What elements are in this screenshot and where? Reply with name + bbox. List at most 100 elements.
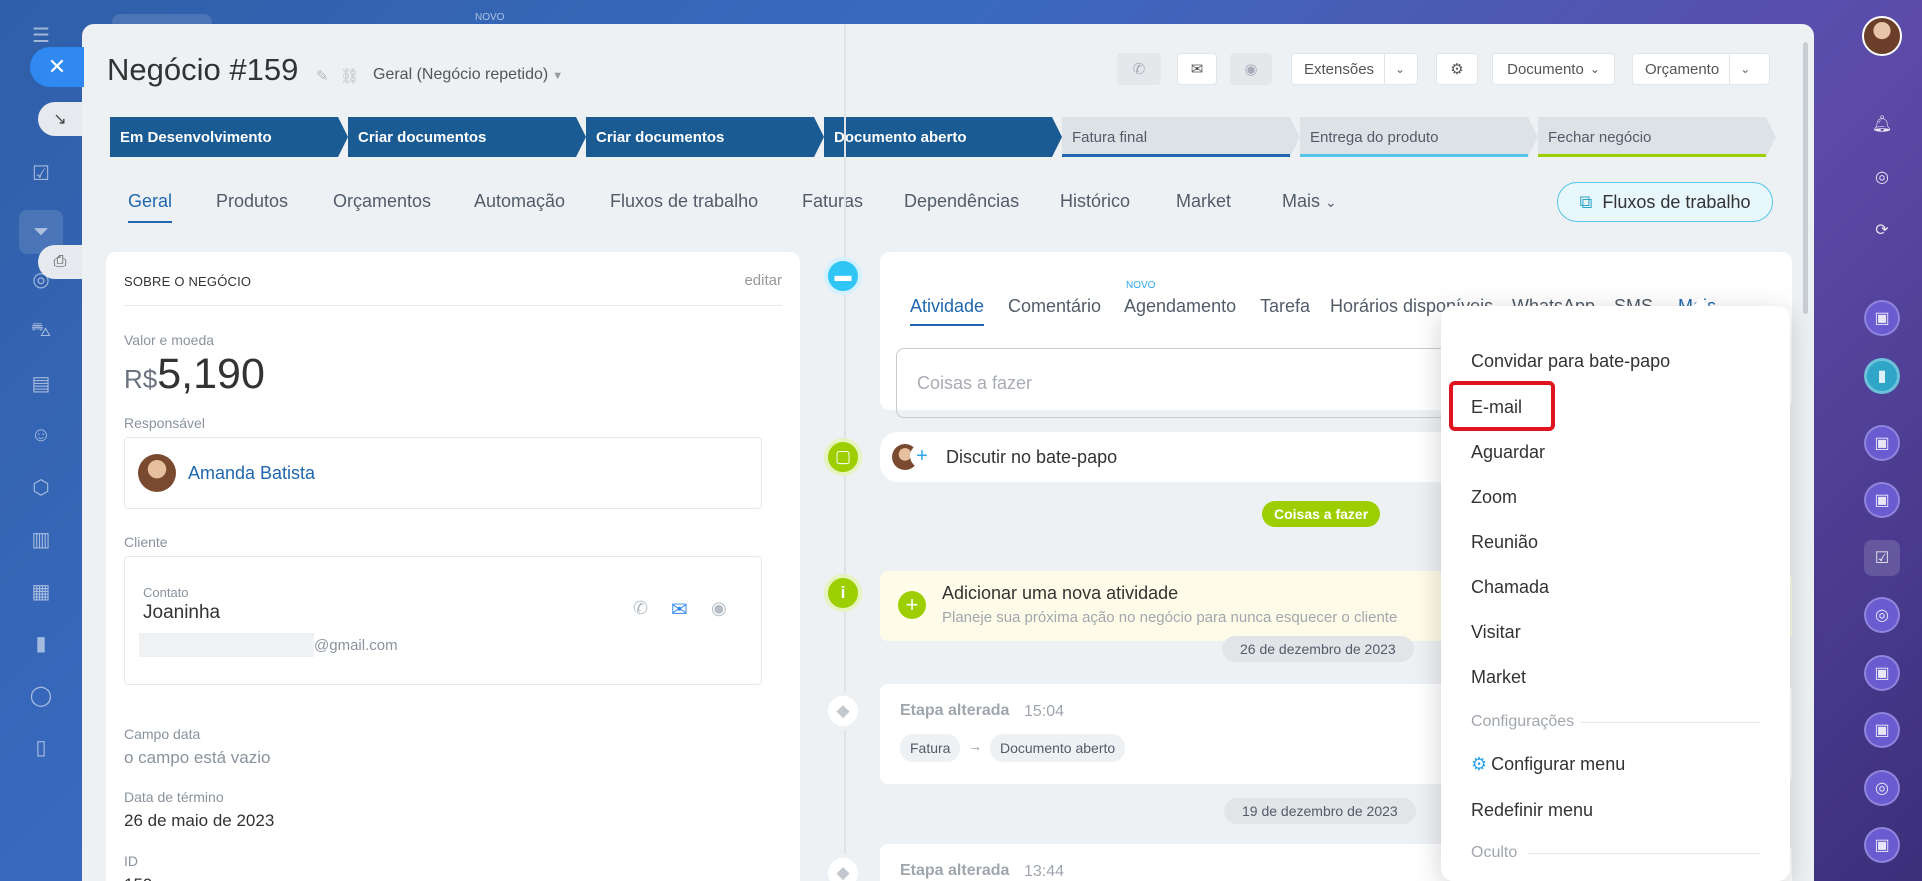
activity-dot: ▬ [824, 257, 862, 295]
budget-button[interactable]: Orçamento ⌄ [1632, 53, 1770, 85]
stage-4[interactable]: Fatura final [1062, 117, 1300, 157]
menu-section-settings: Configurações [1471, 713, 1575, 730]
box-icon[interactable]: ⬡ [26, 472, 56, 502]
chat-dot: ▢ [824, 438, 862, 476]
tab-geral[interactable]: Geral [128, 191, 173, 223]
chat-contact-icon[interactable]: ◎ [1864, 597, 1900, 633]
atab-agendamento[interactable]: Agendamento [1124, 296, 1236, 317]
pipeline-selector[interactable]: Geral (Negócio repetido) ▼ [373, 66, 563, 84]
atab-tarefa[interactable]: Tarefa [1260, 296, 1310, 317]
top-strip-novo: NOVO [475, 12, 505, 23]
menu-item-chamada[interactable]: Chamada [1471, 577, 1549, 598]
document-button[interactable]: Documento ⌄ [1492, 53, 1615, 85]
robot-icon[interactable]: ☺ [26, 420, 56, 450]
menu-item-reset[interactable]: Redefinir menu [1471, 800, 1593, 821]
bookmark-icon[interactable]: ▮ [1864, 358, 1900, 394]
responsible-name[interactable]: Amanda Batista [188, 463, 315, 484]
amount: 5,190 [157, 350, 265, 398]
stage-5[interactable]: Entrega do produto [1300, 117, 1538, 157]
tab-automacao[interactable]: Automação [474, 191, 565, 212]
task-icon[interactable]: ☑ [1864, 540, 1900, 576]
date-field-label: Campo data [124, 726, 201, 742]
tab-fluxos[interactable]: Fluxos de trabalho [610, 191, 758, 212]
chat-icon[interactable]: ◉ [711, 598, 727, 619]
atab-comentario[interactable]: Comentário [1008, 296, 1101, 317]
menu-icon[interactable]: ☰ [26, 20, 56, 50]
end-date-value: 26 de maio de 2023 [124, 811, 275, 830]
contact-name[interactable]: Joaninha [143, 602, 220, 624]
stage-from-chip: Fatura [900, 734, 961, 762]
tag-icon: ◆ [836, 863, 850, 881]
minimize-button[interactable]: ↘ [38, 102, 82, 136]
tab-faturas[interactable]: Faturas [802, 191, 863, 212]
stage-6[interactable]: Fechar negócio [1538, 117, 1776, 157]
event-title: Etapa alterada [900, 702, 1010, 719]
stage-0[interactable]: Em Desenvolvimento [110, 117, 348, 157]
tab-mais[interactable]: Mais ⌄ [1282, 191, 1337, 212]
settings-button[interactable]: ⚙ [1436, 53, 1478, 85]
atab-atividade[interactable]: Atividade [910, 296, 985, 326]
envelope-icon[interactable]: ✉ [671, 597, 688, 622]
chat-contact-icon[interactable]: ▣ [1864, 482, 1900, 518]
stage-1[interactable]: Criar documentos [348, 117, 586, 157]
close-icon: ✕ [47, 54, 67, 79]
call-button[interactable]: ✆ [1117, 53, 1161, 85]
chat-contact-icon[interactable]: ▣ [1864, 827, 1900, 863]
tab-orcamentos[interactable]: Orçamentos [333, 191, 431, 212]
circle-icon[interactable]: ◯ [26, 680, 56, 710]
chat-contact-icon[interactable]: ▣ [1864, 655, 1900, 691]
chat-contact-icon[interactable]: ◎ [1864, 770, 1900, 806]
building-icon[interactable]: ▥ [26, 524, 56, 554]
cart-icon[interactable]: ⛍ [26, 316, 56, 346]
chat-bubble-icon: ▢ [834, 447, 852, 466]
sync-icon[interactable]: ⟳ [1864, 212, 1900, 248]
deal-amount: R$ 5,190 [124, 350, 265, 399]
stage-color-bar [1538, 154, 1766, 157]
chat-contact-icon[interactable]: ▣ [1864, 712, 1900, 748]
link-icon[interactable]: ⛓ [340, 67, 359, 85]
about-deal-card: SOBRE O NEGÓCIO editar Valor e moeda R$ 5… [106, 252, 800, 881]
calendar-icon[interactable]: ▦ [26, 576, 56, 606]
bar-chart-icon[interactable]: ▮ [26, 628, 56, 658]
right-sidebar: 🔔︎ ◎ ⟳ ▣ ▮ ▣ ▣ ☑ ◎ ▣ ▣ ◎ ▣ [1840, 0, 1922, 881]
extensions-button[interactable]: Extensões ⌄ [1291, 53, 1418, 85]
document-icon[interactable]: ▯ [26, 732, 56, 762]
chat-button[interactable]: ◉ [1230, 53, 1272, 85]
phone-circle-icon[interactable]: ◎ [1864, 159, 1900, 195]
stage-2[interactable]: Criar documentos [586, 117, 824, 157]
tab-produtos[interactable]: Produtos [216, 191, 288, 212]
tab-market[interactable]: Market [1176, 191, 1231, 212]
tab-dependencias[interactable]: Dependências [904, 191, 1019, 212]
scrollbar[interactable] [1803, 42, 1808, 314]
menu-item-reuniao[interactable]: Reunião [1471, 532, 1538, 553]
workflows-button[interactable]: ⧉ Fluxos de trabalho [1557, 182, 1773, 222]
chat-contact-icon[interactable]: ▣ [1864, 300, 1900, 336]
stage-label: Documento aberto [834, 128, 967, 146]
user-avatar[interactable] [1862, 16, 1902, 56]
pencil-icon[interactable]: ✎ [316, 67, 329, 85]
email-button[interactable]: ✉ [1177, 53, 1217, 85]
edit-link[interactable]: editar [744, 272, 782, 289]
comment-icon: ▬ [834, 266, 852, 285]
menu-item-market[interactable]: Market [1471, 667, 1526, 688]
budget-label: Orçamento [1645, 60, 1720, 78]
stage-3[interactable]: Documento aberto [824, 117, 1062, 157]
menu-item-visitar[interactable]: Visitar [1471, 622, 1521, 643]
tab-historico[interactable]: Histórico [1060, 191, 1130, 212]
stage-color-bar [1300, 154, 1528, 157]
menu-item-invite-chat[interactable]: Convidar para bate-papo [1471, 351, 1670, 372]
menu-item-configure[interactable]: ⚙ Configurar menu [1471, 754, 1625, 775]
phone-icon[interactable]: ✆ [633, 598, 648, 619]
print-button[interactable]: ⎙ [38, 245, 82, 279]
close-slider-button[interactable]: ✕ [30, 47, 84, 87]
checkbox-icon[interactable]: ☑ [26, 158, 56, 188]
menu-item-zoom[interactable]: Zoom [1471, 487, 1517, 508]
section-divider [1581, 722, 1760, 723]
chat-contact-icon[interactable]: ▣ [1864, 425, 1900, 461]
chevron-down-icon: ⌄ [1325, 194, 1337, 210]
add-participant-icon[interactable]: + [910, 444, 934, 468]
menu-item-aguardar[interactable]: Aguardar [1471, 442, 1545, 463]
bell-icon[interactable]: 🔔︎ [1864, 106, 1900, 142]
contact-email[interactable]: @gmail.com [314, 637, 398, 654]
contact-card-icon[interactable]: ▤ [26, 368, 56, 398]
